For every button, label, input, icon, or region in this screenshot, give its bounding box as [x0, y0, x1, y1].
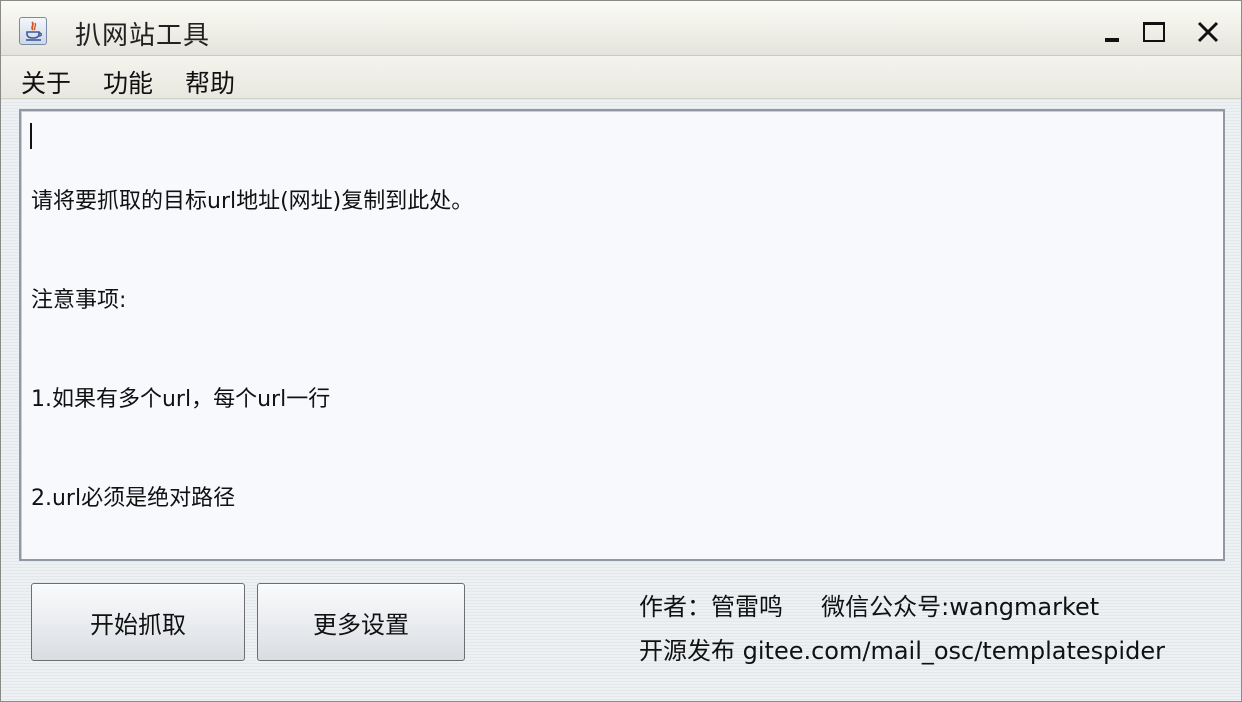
- java-cup-icon[interactable]: [19, 17, 47, 45]
- maximize-icon: [1143, 22, 1165, 42]
- source-info: 开源发布 gitee.com/mail_osc/templatespider: [639, 637, 1165, 665]
- textarea-line: 注意事项:: [31, 288, 127, 313]
- textarea-content[interactable]: 请将要抓取的目标url地址(网址)复制到此处。 注意事项: 1.如果有多个url…: [31, 119, 1213, 581]
- menu-bar: 关于 功能 帮助: [1, 56, 1241, 99]
- menu-functions[interactable]: 功能: [103, 64, 153, 100]
- minimize-button[interactable]: [1095, 15, 1129, 49]
- textarea-line: 2.url必须是绝对路径: [31, 486, 236, 511]
- url-input-textarea[interactable]: 请将要抓取的目标url地址(网址)复制到此处。 注意事项: 1.如果有多个url…: [19, 109, 1225, 561]
- minimize-icon: [1105, 38, 1119, 42]
- close-button[interactable]: [1191, 15, 1225, 49]
- maximize-button[interactable]: [1137, 15, 1171, 49]
- app-window: 扒网站工具 关于 功能 帮助 请将要抓取的目标url地址(网址)复制到此处。 注…: [0, 0, 1242, 702]
- menu-help[interactable]: 帮助: [185, 64, 235, 100]
- window-title: 扒网站工具: [75, 21, 211, 51]
- more-settings-button[interactable]: 更多设置: [257, 583, 465, 661]
- textarea-line: 1.如果有多个url，每个url一行: [31, 387, 331, 412]
- author-info: 作者：管雷鸣 微信公众号:wangmarket: [639, 593, 1100, 621]
- textarea-line: 请将要抓取的目标url地址(网址)复制到此处。: [31, 189, 474, 214]
- start-crawl-button[interactable]: 开始抓取: [31, 583, 245, 661]
- title-bar[interactable]: 扒网站工具: [1, 1, 1241, 56]
- menu-about[interactable]: 关于: [21, 64, 71, 100]
- close-icon: [1197, 21, 1219, 43]
